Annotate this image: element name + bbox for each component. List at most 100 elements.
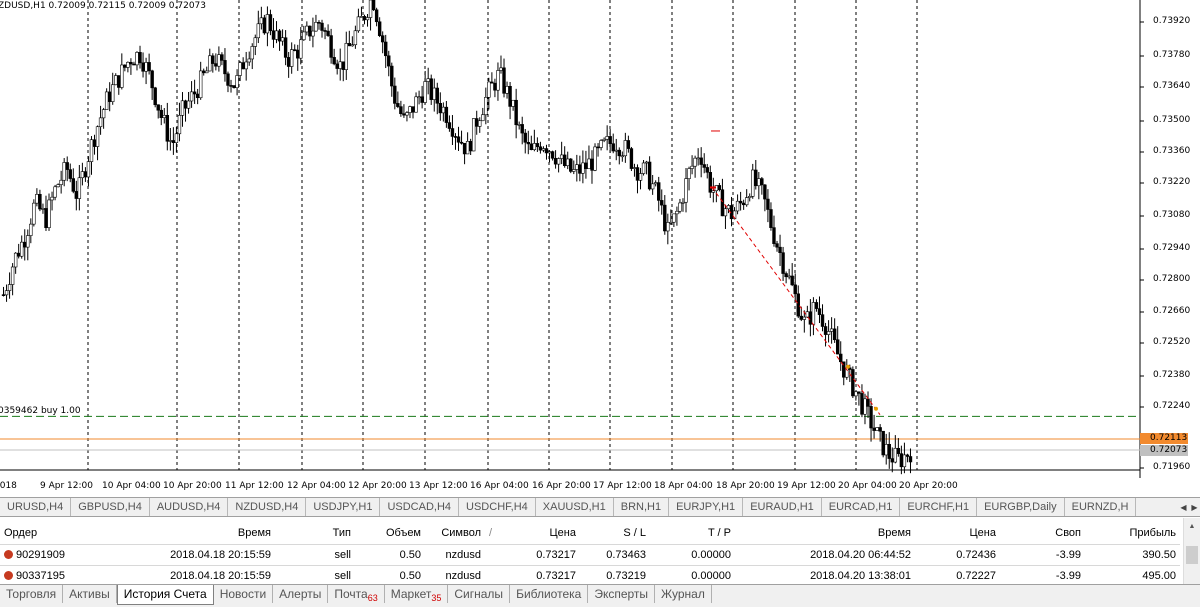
terminal-tab[interactable]: Эксперты — [588, 585, 656, 603]
order-level-label: 0359462 buy 1.00 — [0, 406, 81, 416]
chart-canvas[interactable] — [0, 0, 1200, 496]
column-header[interactable]: T / P — [650, 522, 735, 545]
candle-body — [396, 103, 400, 107]
candle-body — [192, 91, 197, 95]
candle-body — [720, 189, 725, 217]
symbol-tabs-scroll[interactable]: ◀ ▶ — [1178, 498, 1200, 516]
candle-body — [56, 184, 60, 188]
candle-body — [423, 81, 427, 103]
candle-body — [684, 178, 688, 203]
price-tick-label: 0.72800 — [1153, 274, 1191, 284]
candle-body — [462, 142, 467, 155]
terminal-tab[interactable]: Алерты — [273, 585, 329, 603]
candle-body — [723, 208, 728, 217]
candle-body — [195, 93, 200, 99]
candle-body — [408, 106, 412, 113]
candle-body — [569, 158, 573, 172]
price-chart[interactable]: ZDUSD,H1 0.72009 0.72115 0.72009 0.72073… — [0, 0, 1200, 496]
terminal-tab[interactable]: Новости — [214, 585, 274, 603]
column-header[interactable]: Прибыль — [1085, 522, 1180, 545]
candle-body — [65, 162, 69, 170]
candle-body — [444, 106, 449, 123]
candle-body — [887, 444, 891, 459]
spacer-cell — [485, 544, 505, 566]
column-header[interactable]: Время — [90, 522, 275, 545]
candle-body — [896, 447, 901, 454]
column-header[interactable]: S / L — [580, 522, 650, 545]
column-header[interactable]: Ордер — [0, 522, 90, 545]
candle-body — [223, 60, 227, 75]
candle-body — [338, 61, 342, 69]
candle-body — [253, 37, 257, 47]
candle-body — [672, 213, 676, 223]
symbol-tab[interactable]: EURCHF,H1 — [900, 498, 978, 516]
scroll-left-icon[interactable]: ◀ — [1180, 503, 1186, 512]
terminal-tab[interactable]: Почта63 — [328, 585, 385, 603]
scroll-right-icon[interactable]: ▶ — [1191, 503, 1197, 512]
terminal-tab[interactable]: История Счета — [116, 585, 214, 605]
candle-body — [596, 146, 600, 149]
column-header[interactable]: Тип — [275, 522, 355, 545]
candle-body — [393, 85, 397, 104]
candle-body — [117, 75, 121, 88]
candle-body — [638, 173, 643, 181]
symbol-tab[interactable]: EURJPY,H1 — [669, 498, 744, 516]
symbol-tab[interactable]: USDCHF,H4 — [459, 498, 536, 516]
terminal-tabs: Торговля Активы История Счета Новости Алерты… — [0, 584, 1200, 607]
candle-body — [168, 140, 173, 142]
candle-body — [426, 78, 430, 82]
candle-body — [450, 128, 455, 137]
candle-body — [835, 339, 840, 355]
column-header[interactable]: Своп — [1000, 522, 1085, 545]
terminal-tab[interactable]: Журнал — [655, 585, 712, 603]
candle-body — [526, 141, 530, 145]
symbol-tab[interactable]: URUSD,H4 — [0, 498, 72, 516]
candle-body — [617, 149, 621, 157]
symbol-tab[interactable]: BRN,H1 — [614, 498, 670, 516]
candle-body — [675, 210, 679, 215]
candle-body — [111, 84, 115, 102]
terminal-tab[interactable]: Библиотека — [510, 585, 589, 603]
candle-body — [420, 96, 424, 103]
history-scrollbar[interactable]: ▲ — [1183, 518, 1200, 586]
terminal-tab[interactable]: Активы — [63, 585, 117, 603]
candle-body — [605, 136, 609, 140]
order-id: 90337195 — [16, 570, 65, 582]
sell-order-icon — [4, 550, 13, 559]
candle-body — [839, 353, 843, 363]
terminal-tab[interactable]: Торговля — [0, 585, 64, 603]
symbol-tab[interactable]: EURCAD,H1 — [822, 498, 901, 516]
candle-body — [459, 141, 464, 144]
symbol-tab[interactable]: GBPUSD,H4 — [71, 498, 150, 516]
column-header[interactable]: Время — [735, 522, 915, 545]
column-header[interactable]: Цена — [915, 522, 1000, 545]
symbol-tab[interactable]: USDCAD,H4 — [380, 498, 460, 516]
candle-body — [465, 141, 470, 155]
candle-body — [311, 30, 315, 37]
symbol-tab[interactable]: XAUUSD,H1 — [536, 498, 614, 516]
price-tick-label: 0.73920 — [1153, 16, 1191, 26]
symbol-tab[interactable]: NZDUSD,H4 — [228, 498, 307, 516]
candle-body — [793, 284, 797, 295]
column-header[interactable]: / — [485, 522, 505, 545]
scroll-up-icon[interactable]: ▲ — [1184, 518, 1200, 534]
history-header-row: Ордер Время Тип Объем Символ / Цена S / LT / PВ… — [0, 522, 1180, 545]
candle-body — [857, 391, 861, 394]
candle-body — [475, 118, 479, 127]
scrollbar-thumb[interactable] — [1186, 546, 1198, 564]
symbol-tab[interactable]: USDJPY,H1 — [306, 498, 381, 516]
trade-history-line — [711, 187, 881, 416]
symbol-tab[interactable]: EURAUD,H1 — [743, 498, 822, 516]
candle-body — [629, 148, 634, 169]
column-header[interactable]: Объем — [355, 522, 425, 545]
column-header[interactable]: Цена — [505, 522, 580, 545]
terminal-tab[interactable]: Сигналы — [448, 585, 511, 603]
candle-body — [374, 9, 379, 23]
terminal-tab[interactable]: Маркет35 — [385, 585, 449, 603]
symbol-tab[interactable]: AUDUSD,H4 — [150, 498, 229, 516]
symbol-tab[interactable]: EURNZD,H — [1065, 498, 1137, 516]
symbol-tab[interactable]: EURGBP,Daily — [977, 498, 1065, 516]
candle-body — [496, 70, 500, 91]
column-header[interactable]: Символ — [425, 522, 485, 545]
history-row[interactable]: 90291909 2018.04.18 20:15:59 sell 0.50 nzdus… — [0, 544, 1180, 566]
